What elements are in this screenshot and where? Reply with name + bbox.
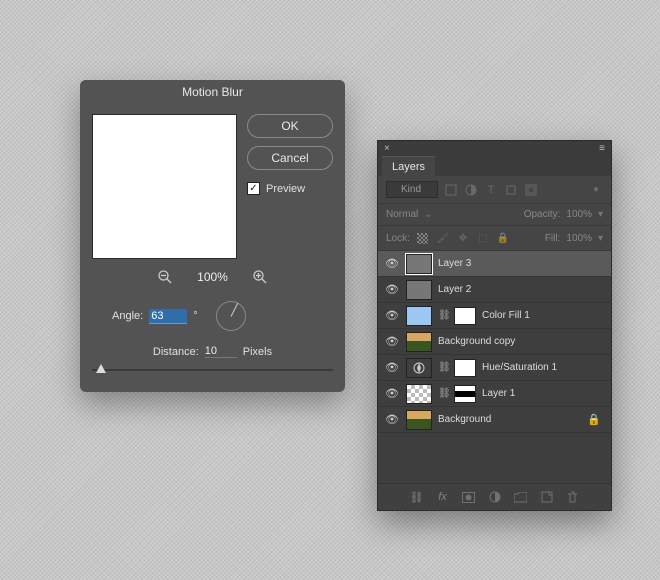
layer-style-icon[interactable]: fx [436, 490, 450, 504]
distance-unit: Pixels [243, 346, 272, 358]
visibility-icon[interactable]: 👁 [384, 309, 400, 322]
angle-dial[interactable] [216, 301, 246, 331]
motion-blur-dialog: Motion Blur OK Cancel ✓ Preview 100% [80, 80, 345, 392]
delete-layer-icon[interactable] [566, 490, 580, 504]
layers-panel: × ≡ Layers T ● Normal ⌄ Opacity: 100% ▾ … [377, 140, 612, 511]
layer-thumb[interactable] [406, 280, 432, 300]
lock-position-icon[interactable]: ✥ [456, 231, 470, 245]
distance-input[interactable] [205, 345, 237, 358]
fill-value[interactable]: 100% [566, 233, 592, 244]
filter-adjust-icon[interactable] [464, 183, 478, 197]
cancel-button[interactable]: Cancel [247, 146, 333, 170]
layer-name[interactable]: Layer 1 [482, 388, 605, 399]
filter-preview[interactable] [92, 114, 237, 259]
layer-thumb[interactable] [406, 332, 432, 352]
layer-name[interactable]: Background copy [438, 336, 605, 347]
opacity-value[interactable]: 100% [566, 209, 592, 220]
visibility-icon[interactable]: 👁 [384, 283, 400, 296]
lock-icon: 🔒 [587, 413, 601, 426]
lock-artboard-icon[interactable]: ⬚ [476, 231, 490, 245]
link-icon[interactable]: ⛓ [438, 310, 448, 321]
angle-label: Angle: [112, 310, 143, 322]
layer-thumb[interactable] [406, 384, 432, 404]
layer-mask[interactable] [454, 359, 476, 377]
blend-mode-select[interactable]: Normal [386, 209, 418, 220]
visibility-icon[interactable]: 👁 [384, 335, 400, 348]
layer-row[interactable]: 👁 Background 🔒 [378, 407, 611, 433]
lock-pixels-icon[interactable]: 🖌 [436, 231, 450, 245]
filter-smart-icon[interactable] [524, 183, 538, 197]
new-adjustment-icon[interactable] [488, 490, 502, 504]
new-group-icon[interactable] [514, 490, 528, 504]
visibility-icon[interactable]: 👁 [384, 257, 400, 270]
preview-checkbox[interactable]: ✓ [247, 182, 260, 195]
preview-label: Preview [266, 183, 305, 195]
slider-thumb-icon[interactable] [96, 364, 106, 373]
zoom-in-icon[interactable] [252, 269, 268, 285]
layer-row[interactable]: 👁 Layer 2 [378, 277, 611, 303]
visibility-icon[interactable]: 👁 [384, 387, 400, 400]
filter-shape-icon[interactable] [504, 183, 518, 197]
zoom-out-icon[interactable] [157, 269, 173, 285]
adjustment-icon[interactable] [406, 358, 432, 378]
visibility-icon[interactable]: 👁 [384, 361, 400, 374]
layer-row[interactable]: 👁 ⛓ Hue/Saturation 1 [378, 355, 611, 381]
layer-name[interactable]: Background [438, 414, 581, 425]
angle-input[interactable] [149, 309, 187, 324]
new-layer-icon[interactable] [540, 490, 554, 504]
layer-filter-kind[interactable] [386, 181, 438, 198]
lock-label: Lock: [386, 233, 410, 244]
distance-slider[interactable] [92, 364, 333, 376]
layer-row[interactable]: 👁 Background copy [378, 329, 611, 355]
dialog-title[interactable]: Motion Blur [80, 80, 345, 104]
layer-name[interactable]: Layer 3 [438, 258, 605, 269]
add-mask-icon[interactable] [462, 490, 476, 504]
zoom-percent: 100% [197, 270, 228, 284]
layer-thumb[interactable] [406, 306, 432, 326]
visibility-icon[interactable]: 👁 [384, 413, 400, 426]
layer-name[interactable]: Hue/Saturation 1 [482, 362, 605, 373]
layer-row[interactable]: 👁 ⛓ Layer 1 [378, 381, 611, 407]
filter-pixel-icon[interactable] [444, 183, 458, 197]
ok-button[interactable]: OK [247, 114, 333, 138]
layer-thumb[interactable] [406, 410, 432, 430]
layer-thumb[interactable] [406, 254, 432, 274]
lock-transparency-icon[interactable] [416, 231, 430, 245]
layer-name[interactable]: Color Fill 1 [482, 310, 605, 321]
layer-row[interactable]: 👁 Layer 3 [378, 251, 611, 277]
filter-toggle-icon[interactable]: ● [589, 183, 603, 197]
filter-type-icon[interactable]: T [484, 183, 498, 197]
layer-mask[interactable] [454, 385, 476, 403]
degree-symbol: ° [193, 310, 197, 322]
distance-label: Distance: [153, 346, 199, 358]
link-icon[interactable]: ⛓ [438, 388, 448, 399]
fill-label: Fill: [545, 233, 561, 244]
opacity-label: Opacity: [524, 209, 561, 220]
layer-mask[interactable] [454, 307, 476, 325]
link-icon[interactable]: ⛓ [438, 362, 448, 373]
layer-name[interactable]: Layer 2 [438, 284, 605, 295]
tab-layers[interactable]: Layers [382, 156, 435, 176]
panel-menu-icon[interactable]: ≡ [599, 143, 605, 154]
layer-list: 👁 Layer 3 👁 Layer 2 👁 ⛓ Color Fill 1 👁 B… [378, 251, 611, 483]
panel-close-icon[interactable]: × [384, 143, 390, 154]
layer-row[interactable]: 👁 ⛓ Color Fill 1 [378, 303, 611, 329]
lock-all-icon[interactable]: 🔒 [496, 231, 510, 245]
link-layers-icon[interactable]: ⛓ [410, 490, 424, 504]
